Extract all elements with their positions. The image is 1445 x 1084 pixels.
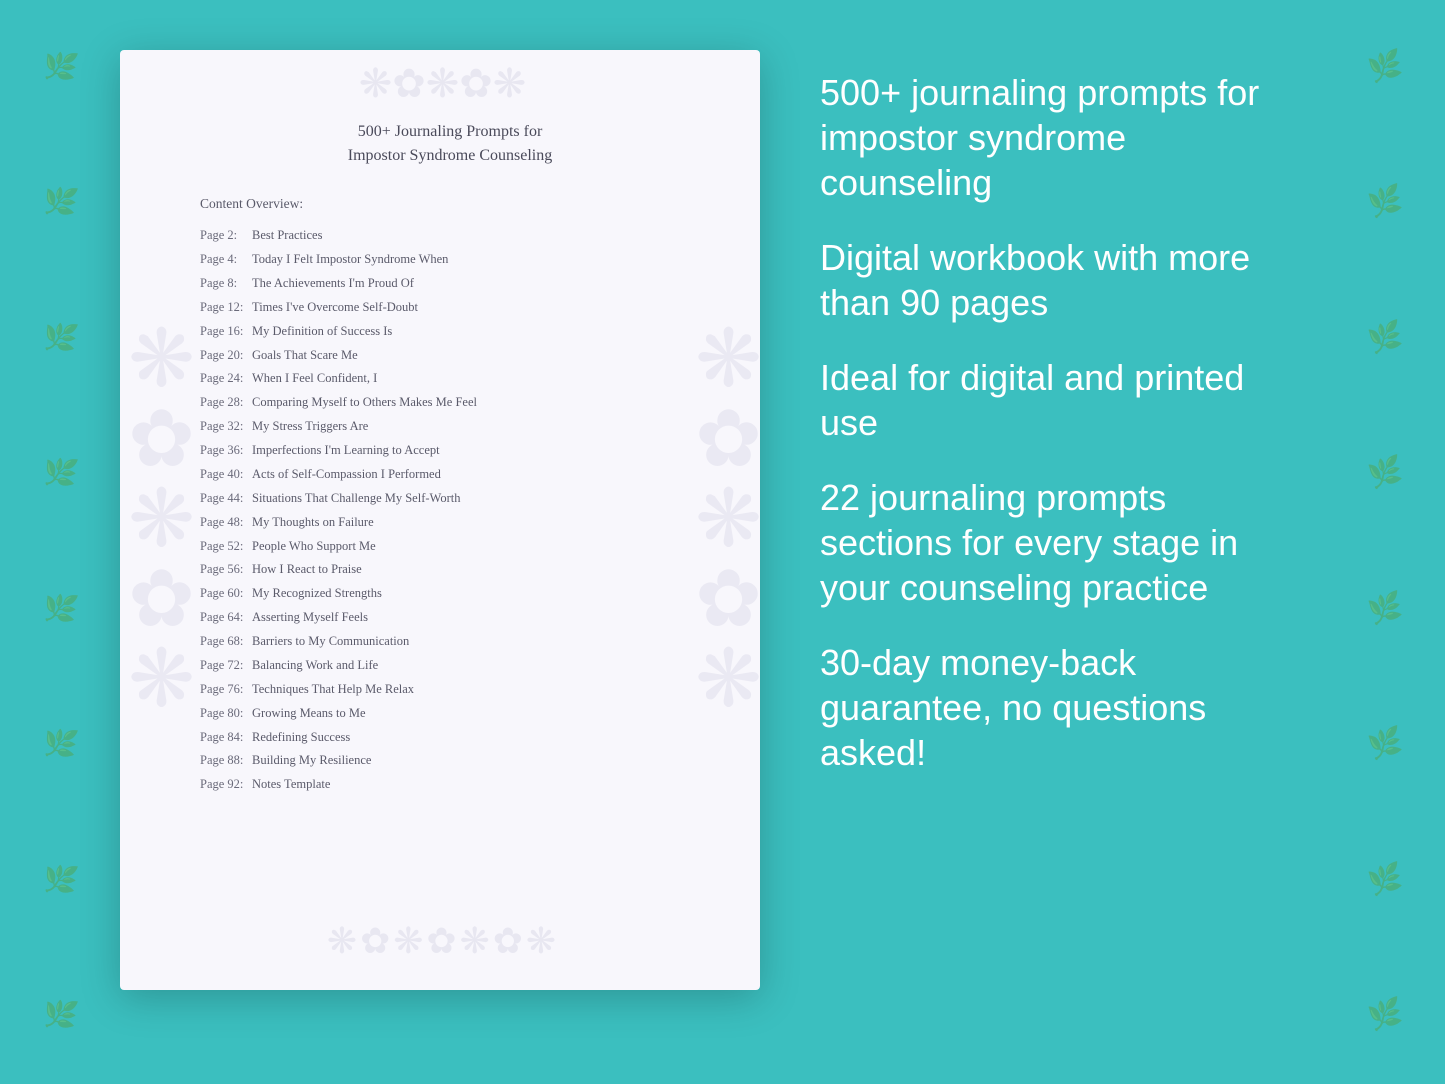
toc-title: Times I've Overcome Self-Doubt: [252, 300, 418, 314]
toc-item: Page 52:People Who Support Me: [200, 534, 700, 558]
toc-title: Imperfections I'm Learning to Accept: [252, 443, 440, 457]
toc-item: Page 88:Building My Resilience: [200, 749, 700, 773]
toc-item: Page 76:Techniques That Help Me Relax: [200, 678, 700, 702]
mandala-top-decoration: ❋ ✿ ❋ ✿ ❋: [340, 60, 540, 120]
toc-page-number: Page 12:: [200, 299, 252, 317]
toc-item: Page 92:Notes Template: [200, 773, 700, 797]
toc-item: Page 60:My Recognized Strengths: [200, 582, 700, 606]
mandala-left-decoration: ❋✿❋✿❋: [128, 320, 185, 720]
toc-page-number: Page 52:: [200, 538, 252, 556]
toc-item: Page 44:Situations That Challenge My Sel…: [200, 487, 700, 511]
main-layout: ❋ ✿ ❋ ✿ ❋ ❋ ✿ ❋ ✿ ❋ ✿ ❋ ❋✿❋✿❋ ❋✿❋✿❋ 500+…: [0, 0, 1445, 1084]
toc-page-number: Page 64:: [200, 609, 252, 627]
document-title: 500+ Journaling Prompts for Impostor Syn…: [200, 120, 700, 168]
toc-page-number: Page 48:: [200, 514, 252, 532]
toc-page-number: Page 84:: [200, 729, 252, 747]
toc-title: Today I Felt Impostor Syndrome When: [252, 252, 448, 266]
toc-page-number: Page 24:: [200, 370, 252, 388]
toc-title: Best Practices: [252, 228, 322, 242]
toc-title: Asserting Myself Feels: [252, 610, 368, 624]
toc-page-number: Page 28:: [200, 394, 252, 412]
toc-item: Page 64:Asserting Myself Feels: [200, 606, 700, 630]
toc-title: Notes Template: [252, 777, 330, 791]
toc-page-number: Page 92:: [200, 776, 252, 794]
toc-page-number: Page 80:: [200, 705, 252, 723]
toc-page-number: Page 2:: [200, 227, 252, 245]
feature-text: 30-day money-back guarantee, no question…: [820, 640, 1305, 775]
toc-page-number: Page 4:: [200, 251, 252, 269]
doc-title-line2: Impostor Syndrome Counseling: [348, 147, 552, 164]
toc-page-number: Page 36:: [200, 442, 252, 460]
toc-item: Page 48:My Thoughts on Failure: [200, 511, 700, 535]
feature-text: Ideal for digital and printed use: [820, 355, 1305, 445]
toc-title: Situations That Challenge My Self-Worth: [252, 491, 460, 505]
toc-item: Page 16:My Definition of Success Is: [200, 320, 700, 344]
toc-title: Acts of Self-Compassion I Performed: [252, 467, 441, 481]
toc-title: Balancing Work and Life: [252, 658, 378, 672]
toc-item: Page 72:Balancing Work and Life: [200, 654, 700, 678]
toc-page-number: Page 72:: [200, 657, 252, 675]
doc-title-line1: 500+ Journaling Prompts for: [358, 123, 543, 140]
toc-title: My Stress Triggers Are: [252, 419, 368, 433]
toc-page-number: Page 40:: [200, 466, 252, 484]
toc-page-number: Page 56:: [200, 561, 252, 579]
toc-page-number: Page 32:: [200, 418, 252, 436]
content-overview-label: Content Overview:: [200, 196, 700, 212]
toc-title: The Achievements I'm Proud Of: [252, 276, 414, 290]
toc-item: Page 8:The Achievements I'm Proud Of: [200, 272, 700, 296]
toc-title: Goals That Scare Me: [252, 348, 358, 362]
mandala-right-decoration: ❋✿❋✿❋: [695, 320, 752, 720]
toc-title: People Who Support Me: [252, 539, 376, 553]
feature-text: 500+ journaling prompts for impostor syn…: [820, 70, 1305, 205]
toc-item: Page 28:Comparing Myself to Others Makes…: [200, 391, 700, 415]
toc-item: Page 20:Goals That Scare Me: [200, 343, 700, 367]
toc-page-number: Page 44:: [200, 490, 252, 508]
toc-title: How I React to Praise: [252, 562, 362, 576]
toc-page-number: Page 16:: [200, 323, 252, 341]
toc-page-number: Page 20:: [200, 347, 252, 365]
mandala-bottom-decoration: ❋ ✿ ❋ ✿ ❋ ✿ ❋: [290, 920, 590, 980]
toc-page-number: Page 60:: [200, 585, 252, 603]
toc-title: Barriers to My Communication: [252, 634, 409, 648]
feature-text: Digital workbook with more than 90 pages: [820, 235, 1305, 325]
toc-item: Page 4:Today I Felt Impostor Syndrome Wh…: [200, 248, 700, 272]
toc-title: Comparing Myself to Others Makes Me Feel: [252, 395, 477, 409]
toc-title: When I Feel Confident, I: [252, 371, 377, 385]
toc-item: Page 84:Redefining Success: [200, 725, 700, 749]
toc-item: Page 40:Acts of Self-Compassion I Perfor…: [200, 463, 700, 487]
toc-page-number: Page 68:: [200, 633, 252, 651]
toc-item: Page 68:Barriers to My Communication: [200, 630, 700, 654]
toc-title: Redefining Success: [252, 730, 350, 744]
toc-title: My Thoughts on Failure: [252, 515, 374, 529]
toc-item: Page 12:Times I've Overcome Self-Doubt: [200, 296, 700, 320]
toc-item: Page 56:How I React to Praise: [200, 558, 700, 582]
toc-item: Page 24:When I Feel Confident, I: [200, 367, 700, 391]
toc-item: Page 36:Imperfections I'm Learning to Ac…: [200, 439, 700, 463]
toc-page-number: Page 76:: [200, 681, 252, 699]
toc-list: Page 2:Best PracticesPage 4:Today I Felt…: [200, 224, 700, 797]
toc-item: Page 80:Growing Means to Me: [200, 702, 700, 726]
toc-title: Growing Means to Me: [252, 706, 366, 720]
toc-title: My Recognized Strengths: [252, 586, 382, 600]
feature-text: 22 journaling prompts sections for every…: [820, 475, 1305, 610]
toc-item: Page 32:My Stress Triggers Are: [200, 415, 700, 439]
toc-title: Building My Resilience: [252, 753, 371, 767]
toc-title: Techniques That Help Me Relax: [252, 682, 414, 696]
toc-title: My Definition of Success Is: [252, 324, 392, 338]
right-panel: 500+ journaling prompts for impostor syn…: [760, 30, 1385, 1054]
toc-page-number: Page 88:: [200, 752, 252, 770]
toc-page-number: Page 8:: [200, 275, 252, 293]
toc-item: Page 2:Best Practices: [200, 224, 700, 248]
document-panel: ❋ ✿ ❋ ✿ ❋ ❋ ✿ ❋ ✿ ❋ ✿ ❋ ❋✿❋✿❋ ❋✿❋✿❋ 500+…: [120, 50, 760, 990]
